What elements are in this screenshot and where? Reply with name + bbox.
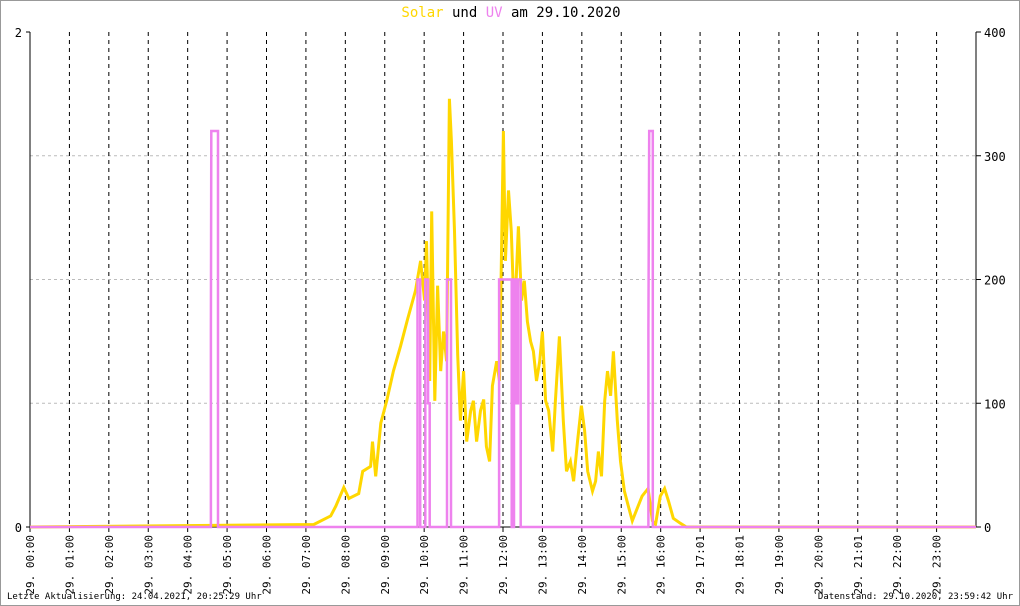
x-tick-label: 29. 10:00: [418, 535, 431, 595]
x-tick-label: 29. 08:00: [339, 535, 352, 595]
x-tick-label: 29. 09:00: [379, 535, 392, 595]
plot-svg: 0 100 200 300 400 0 2 29. 00:00 29. 01:00 29. 02:…: [15, 26, 1006, 595]
right-tick-label: 100: [984, 397, 1006, 411]
footer-last-update: Letzte Aktualisierung: 24.04.2021, 20:25…: [7, 592, 262, 602]
x-tick-label: 29. 00:00: [24, 535, 37, 595]
x-tick-label: 29. 15:00: [615, 535, 628, 595]
x-tick-label: 29. 18:01: [734, 535, 747, 595]
x-tick-label: 29. 02:00: [103, 535, 116, 595]
x-tick-label: 29. 12:00: [497, 535, 510, 595]
right-tick-label: 0: [984, 521, 991, 535]
right-tick-label: 200: [984, 274, 1006, 288]
left-tick-label: 0: [15, 521, 22, 535]
x-tick-label: 29. 23:00: [931, 535, 944, 595]
right-tick-label: 400: [984, 26, 1006, 40]
x-tick-label: 29. 22:00: [891, 535, 904, 595]
x-tick-label: 29. 05:00: [221, 535, 234, 595]
right-tick-label: 300: [984, 150, 1006, 164]
left-tick-label: 2: [15, 26, 22, 40]
x-tick-label: 29. 13:00: [536, 535, 549, 595]
x-tick-label: 29. 16:00: [655, 535, 668, 595]
x-tick-label: 29. 17:01: [694, 535, 707, 595]
x-tick-label: 29. 11:00: [458, 535, 471, 595]
chart-container: Solar und UV am 29.10.2020 0 100 200 300 400…: [0, 0, 1020, 606]
x-tick-label: 29. 03:00: [142, 535, 155, 595]
x-tick-label: 29. 01:00: [63, 535, 76, 595]
footer-data-state: Datenstand: 29.10.2020, 23:59:42 Uhr: [817, 592, 1013, 602]
x-tick-label: 29. 04:00: [182, 535, 195, 595]
x-tick-label: 29. 06:00: [261, 535, 274, 595]
x-tick-label: 29. 14:00: [576, 535, 589, 595]
x-tick-label: 29. 21:01: [852, 535, 865, 595]
x-tick-label: 29. 19:00: [773, 535, 786, 595]
x-tick-label: 29. 20:00: [812, 535, 825, 595]
x-tick-label: 29. 07:00: [300, 535, 313, 595]
